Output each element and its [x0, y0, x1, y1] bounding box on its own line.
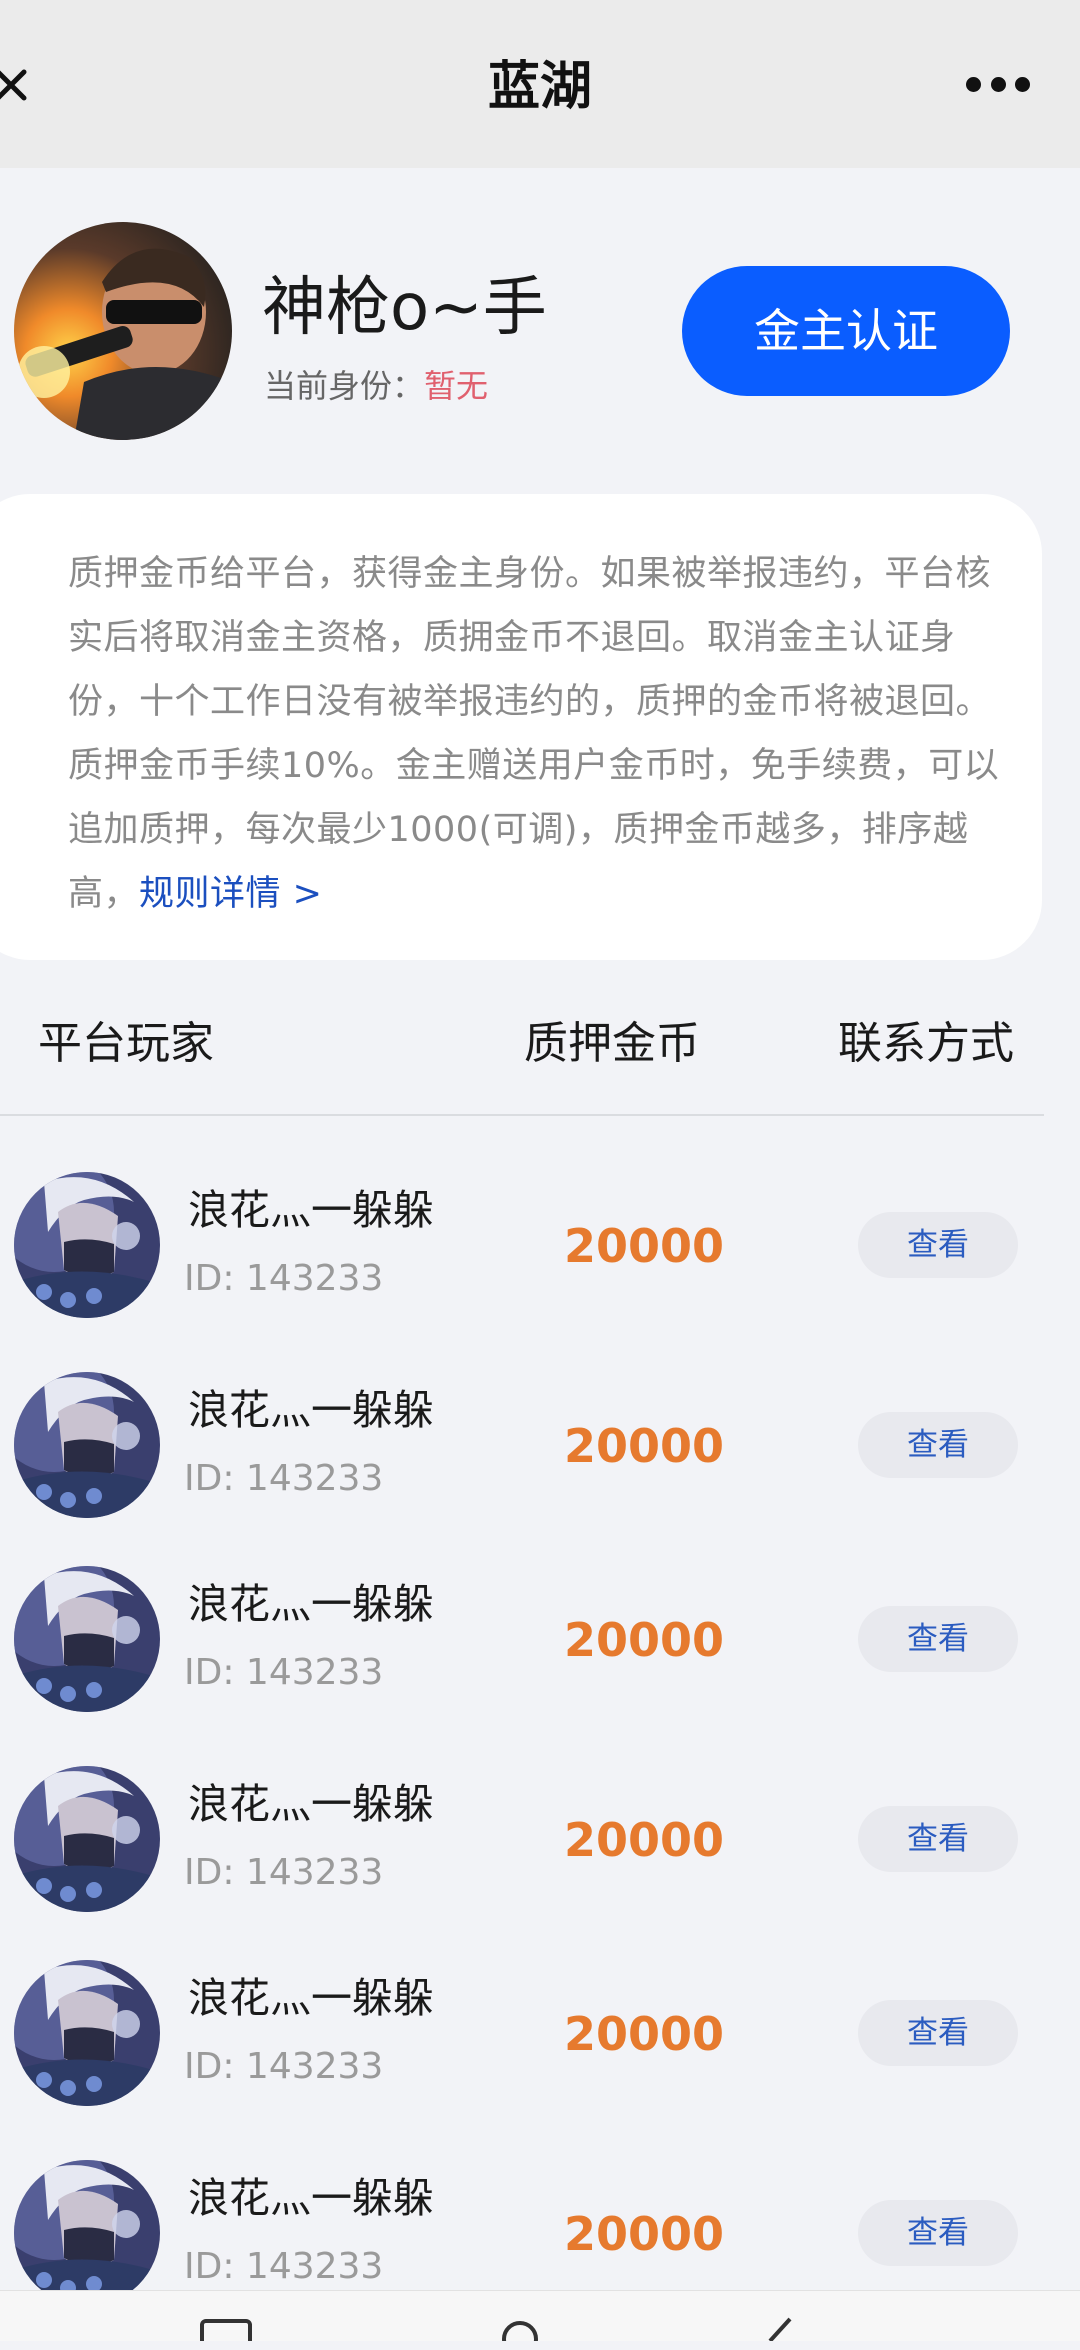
player-row: 浪花灬一躲躲 ID: 143233 20000 查看 — [0, 1172, 1080, 1362]
player-name: 浪花灬一躲躲 — [188, 1580, 434, 1628]
player-avatar — [14, 1960, 160, 2106]
dot — [1015, 76, 1030, 92]
dot — [990, 76, 1006, 92]
player-name: 浪花灬一躲躲 — [188, 2174, 434, 2222]
view-contact-button[interactable]: 查看 — [858, 1412, 1018, 1478]
profile-avatar — [14, 222, 232, 440]
column-header-player: 平台玩家 — [38, 1018, 214, 1069]
gold-sponsor-certify-button[interactable]: 金主认证 — [682, 266, 1010, 396]
view-contact-button[interactable]: 查看 — [858, 1806, 1018, 1872]
identity-row: 当前身份：暂无 — [264, 366, 488, 406]
dot — [966, 76, 981, 92]
player-coins: 20000 — [564, 1419, 725, 1473]
player-name: 浪花灬一躲躲 — [188, 1780, 434, 1828]
identity-label: 当前身份： — [264, 367, 425, 405]
identity-value: 暂无 — [424, 367, 489, 405]
column-header-contact: 联系方式 — [838, 1018, 1014, 1069]
player-coins: 20000 — [564, 1613, 725, 1667]
more-dots-icon[interactable] — [966, 72, 1030, 96]
view-contact-button[interactable]: 查看 — [858, 2000, 1018, 2066]
player-avatar — [14, 1766, 160, 1912]
player-avatar — [14, 1372, 160, 1518]
player-name: 浪花灬一躲躲 — [188, 1386, 434, 1434]
player-coins: 20000 — [564, 2007, 725, 2061]
player-id: ID: 143233 — [184, 1458, 384, 1499]
player-row: 浪花灬一躲躲 ID: 143233 20000 查看 — [0, 1372, 1080, 1562]
player-id: ID: 143233 — [184, 1852, 384, 1893]
player-coins: 20000 — [564, 2207, 725, 2261]
player-avatar — [14, 1172, 160, 1318]
rules-detail-link[interactable]: 规则详情 > — [139, 874, 322, 914]
compass-icon[interactable] — [500, 2317, 540, 2341]
player-name: 浪花灬一躲躲 — [188, 1186, 434, 1234]
view-contact-button[interactable]: 查看 — [858, 2200, 1018, 2266]
bottom-toolbar — [0, 2290, 1080, 2341]
player-avatar — [14, 2160, 160, 2306]
player-avatar — [14, 1566, 160, 1712]
player-row: 浪花灬一躲躲 ID: 143233 20000 查看 — [0, 1766, 1080, 1956]
page-title: 蓝湖 — [487, 57, 592, 117]
column-header-coins: 质押金币 — [524, 1018, 700, 1069]
profile-name: 神枪o~手 — [262, 271, 547, 345]
player-id: ID: 143233 — [184, 1652, 384, 1693]
player-id: ID: 143233 — [184, 2246, 384, 2287]
player-id: ID: 143233 — [184, 1258, 384, 1299]
back-arrow-icon[interactable] — [760, 2317, 800, 2341]
view-contact-button[interactable]: 查看 — [858, 1212, 1018, 1278]
player-row: 浪花灬一躲躲 ID: 143233 20000 查看 — [0, 1960, 1080, 2150]
top-navbar: 蓝湖 — [0, 0, 1080, 168]
header-divider — [0, 1114, 1044, 1116]
info-text: 质押金币给平台，获得金主身份。如果被举报违约，平台核实后将取消金主资格，质拥金币… — [68, 554, 1000, 914]
player-row: 浪花灬一躲躲 ID: 143233 20000 查看 — [0, 1566, 1080, 1756]
player-name: 浪花灬一躲躲 — [188, 1974, 434, 2022]
player-coins: 20000 — [564, 1813, 725, 1867]
book-icon[interactable] — [196, 2317, 256, 2341]
view-contact-button[interactable]: 查看 — [858, 1606, 1018, 1672]
player-coins: 20000 — [564, 1219, 725, 1273]
info-description: 质押金币给平台，获得金主身份。如果被举报违约，平台核实后将取消金主资格，质拥金币… — [68, 542, 1018, 926]
player-id: ID: 143233 — [184, 2046, 384, 2087]
